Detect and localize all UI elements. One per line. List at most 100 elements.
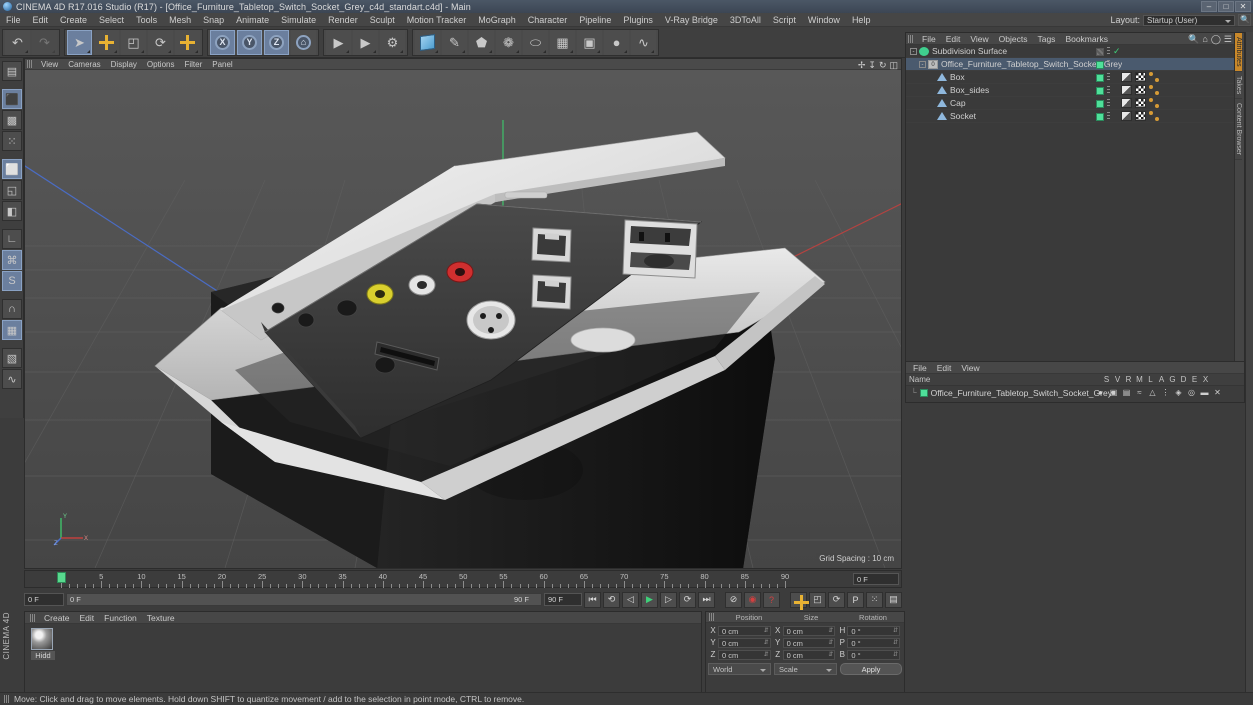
select-tool-icon[interactable]: ➤ (67, 29, 92, 55)
object-row[interactable]: Box_sides (906, 84, 1234, 97)
uv-tag[interactable] (1135, 72, 1146, 82)
ellipse-icon[interactable]: ◯ (1211, 34, 1221, 45)
key-rotation-button[interactable]: ⟳ (828, 591, 845, 608)
record-active-objects-button[interactable]: ◉ (744, 591, 761, 608)
side-tab-attributes[interactable]: Attributes (1235, 33, 1242, 72)
expand-toggle[interactable]: - (919, 60, 926, 68)
lower-manager-rows[interactable]: └ Office_Furniture_Tabletop_Switch_Socket… (906, 386, 1244, 399)
play-button[interactable]: ▶ (641, 591, 658, 608)
flyout-corner-icon[interactable] (651, 49, 654, 53)
menu-snap[interactable]: Snap (197, 13, 230, 27)
apply-button[interactable]: Apply (840, 663, 902, 675)
row-flag-v-icon[interactable]: ▣ (1109, 388, 1118, 397)
points-mode-icon[interactable]: ⁙ (2, 131, 22, 151)
minimize-button[interactable]: – (1201, 1, 1217, 12)
menu-plugins[interactable]: Plugins (617, 13, 659, 27)
om-menu-view[interactable]: View (965, 33, 993, 45)
menu-animate[interactable]: Animate (230, 13, 275, 27)
side-tab-takes[interactable]: Takes (1235, 72, 1242, 99)
column-header-d[interactable]: D (1179, 375, 1188, 384)
menu-render[interactable]: Render (322, 13, 364, 27)
object-enable-chip[interactable] (1096, 47, 1104, 56)
viewport-menu-view[interactable]: View (36, 59, 63, 70)
position-z-input[interactable]: 0 cm (718, 649, 771, 660)
om-menu-objects[interactable]: Objects (994, 33, 1033, 45)
model-mode-icon[interactable]: ⬜ (2, 159, 22, 179)
flyout-corner-icon[interactable] (168, 49, 171, 53)
column-header-v[interactable]: V (1113, 375, 1122, 384)
visibility-dots-icon[interactable] (1107, 112, 1110, 121)
workplane-lock-icon[interactable]: ▦ (2, 320, 22, 340)
menu-3dtoall[interactable]: 3DToAll (724, 13, 767, 27)
column-header-a[interactable]: A (1157, 375, 1166, 384)
python-icon[interactable]: ∿ (631, 29, 656, 55)
position-x-input[interactable]: 0 cm (718, 625, 771, 636)
record-help-button[interactable]: ? (763, 591, 780, 608)
world-coordinates-icon[interactable]: ⌂ (291, 29, 316, 55)
flyout-corner-icon[interactable] (114, 49, 117, 53)
visibility-dots-icon[interactable] (1107, 73, 1110, 82)
flyout-corner-icon[interactable] (52, 49, 55, 53)
flyout-corner-icon[interactable] (87, 49, 90, 53)
key-points-button[interactable]: ⁙ (866, 591, 883, 608)
material-menu-create[interactable]: Create (39, 612, 75, 624)
filter-icon[interactable]: ☰ (1224, 34, 1232, 45)
size-y-input[interactable]: 0 cm (782, 637, 836, 648)
camera-icon[interactable]: ▣ (577, 29, 602, 55)
polygon-mode-icon[interactable]: ▩ (2, 110, 22, 130)
menu-pipeline[interactable]: Pipeline (573, 13, 617, 27)
move-tool-icon[interactable] (94, 29, 119, 55)
column-header-x[interactable]: X (1201, 375, 1210, 384)
menu-sculpt[interactable]: Sculpt (364, 13, 401, 27)
texture-tag[interactable] (1121, 72, 1132, 82)
expand-toggle[interactable]: - (910, 47, 917, 55)
rotation-h-input[interactable]: 0 ° (847, 625, 901, 636)
cube-primitive-icon[interactable] (415, 29, 440, 55)
menu-tools[interactable]: Tools (130, 13, 163, 27)
column-header-s[interactable]: S (1102, 375, 1111, 384)
column-header-m[interactable]: M (1135, 375, 1144, 384)
visibility-dots-icon[interactable] (1107, 99, 1110, 108)
object-enable-chip[interactable] (1096, 112, 1104, 121)
scale-tool-icon[interactable]: ◰ (121, 29, 146, 55)
go-to-end-button[interactable]: ⏭ (698, 591, 715, 608)
current-frame-field[interactable]: 0 F (24, 593, 64, 606)
texture-mode-icon[interactable]: ▤ (2, 61, 22, 81)
position-y-input[interactable]: 0 cm (718, 637, 771, 648)
row-flag-s-icon[interactable]: ● (1096, 388, 1105, 397)
viewport-canvas[interactable]: Y X Z Grid Spacing : 10 cm (25, 70, 901, 568)
row-flag-x-icon[interactable]: ✕ (1213, 388, 1222, 397)
menu-create[interactable]: Create (54, 13, 93, 27)
row-flag-m-icon[interactable]: ≈ (1135, 388, 1144, 397)
undo-icon[interactable]: ↶ (5, 29, 30, 55)
menu-edit[interactable]: Edit (27, 13, 55, 27)
viewport-mouse-icon[interactable]: ⌘ (2, 250, 22, 270)
axis-y-icon[interactable]: Y (237, 29, 262, 55)
menu-help[interactable]: Help (846, 13, 877, 27)
scale-snap-icon[interactable]: S (2, 271, 22, 291)
close-button[interactable]: ✕ (1235, 1, 1251, 12)
menu-character[interactable]: Character (522, 13, 574, 27)
uv-tag[interactable] (1135, 98, 1146, 108)
column-header-e[interactable]: E (1190, 375, 1199, 384)
viewport-menu-cameras[interactable]: Cameras (63, 59, 105, 70)
om-menu-tags[interactable]: Tags (1032, 33, 1060, 45)
scene-object-icon[interactable]: ⬭ (523, 29, 548, 55)
viewport-menu-display[interactable]: Display (106, 59, 142, 70)
menu-select[interactable]: Select (93, 13, 130, 27)
enabled-check-icon[interactable]: ✓ (1113, 47, 1121, 56)
maximize-button[interactable]: □ (1218, 1, 1234, 12)
lm-menu-edit[interactable]: Edit (932, 362, 957, 374)
om-menu-edit[interactable]: Edit (941, 33, 966, 45)
row-flag-d-icon[interactable]: ◎ (1187, 388, 1196, 397)
menu-mesh[interactable]: Mesh (163, 13, 197, 27)
menu-motion-tracker[interactable]: Motion Tracker (401, 13, 473, 27)
object-row[interactable]: -0 Office_Furniture_Tabletop_Switch_Socke… (906, 58, 1234, 71)
material-menu-edit[interactable]: Edit (75, 612, 100, 624)
menu-mograph[interactable]: MoGraph (472, 13, 522, 27)
texture-tag[interactable] (1121, 85, 1132, 95)
magnet-icon[interactable]: ∩ (2, 299, 22, 319)
flyout-corner-icon[interactable] (489, 49, 492, 53)
side-tab-content-browser[interactable]: Content Browser (1235, 99, 1242, 161)
timeline-ruler-panel[interactable]: 051015202530354045505560657075808590 0 F (24, 570, 902, 588)
